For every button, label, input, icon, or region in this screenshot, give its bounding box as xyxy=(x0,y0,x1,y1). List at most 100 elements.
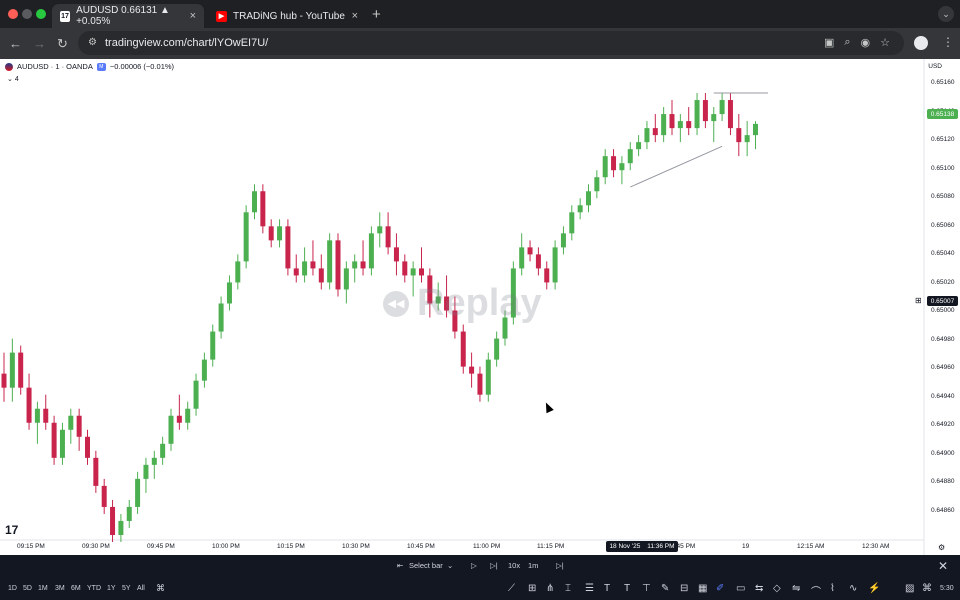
zoom-icon[interactable]: ⌕ xyxy=(844,36,850,49)
text-tool-icon[interactable]: T xyxy=(604,583,610,594)
site-info-icon[interactable]: ⚙ xyxy=(88,37,97,48)
candle-down xyxy=(702,100,708,122)
replay-speed[interactable]: 10x xyxy=(508,561,520,570)
reload-button[interactable]: ↻ xyxy=(57,36,68,52)
candle-down xyxy=(611,156,617,171)
jump-to-realtime-button[interactable]: ▷| xyxy=(556,561,564,570)
time-tick: 11:00 PM xyxy=(473,543,501,550)
candle-up xyxy=(201,359,207,381)
crosshair-date: 18 Nov '25 xyxy=(609,543,641,550)
play-button[interactable]: ▷ xyxy=(471,561,477,570)
candle-up xyxy=(661,114,667,136)
candle-down xyxy=(727,100,733,129)
clock-time: 5:30 xyxy=(940,585,954,592)
select-bar-icon[interactable]: ⇤ xyxy=(397,561,403,570)
select-bar-dropdown-icon[interactable]: ⌄ xyxy=(447,561,453,570)
image-tool-icon[interactable]: ▨ xyxy=(905,583,914,594)
candle-up xyxy=(34,408,40,423)
goto-date-icon[interactable]: ⌘ xyxy=(156,583,165,594)
candle-up xyxy=(410,268,416,276)
horizontal-lines-icon[interactable]: ☰ xyxy=(585,583,594,594)
tab-audusd[interactable]: 17 AUDUSD 0.66131 ▲ +0.05% × xyxy=(52,4,204,28)
close-tab-icon[interactable]: × xyxy=(352,10,358,22)
candle-down xyxy=(527,247,533,255)
candle-up xyxy=(494,338,500,360)
brush-tool-icon[interactable]: ✐ xyxy=(716,583,724,594)
candle-down xyxy=(310,261,316,269)
close-tab-icon[interactable]: × xyxy=(190,10,196,22)
tab-youtube[interactable]: ▶ TRADiNG hub - YouTube × xyxy=(208,4,366,28)
candle-down xyxy=(686,121,692,129)
candle-up xyxy=(9,352,15,388)
close-window-button[interactable] xyxy=(8,9,18,19)
candle-up xyxy=(586,191,591,206)
time-tick: 10:30 PM xyxy=(342,543,370,550)
time-tick: 19 xyxy=(742,543,750,550)
measure-tool-icon[interactable]: ⌘ xyxy=(922,583,932,594)
interval-5d[interactable]: 5D xyxy=(23,585,32,592)
interval-1d[interactable]: 1D xyxy=(8,585,17,592)
pitchfork-tool-icon[interactable]: ⋔ xyxy=(546,583,554,594)
bookmark-star-icon[interactable]: ☆ xyxy=(880,36,890,49)
price-tick: 0.64860 xyxy=(931,506,955,514)
install-app-icon[interactable]: ▣ xyxy=(824,36,834,49)
chart-settings-icon[interactable]: ⚙ xyxy=(938,543,945,552)
address-bar[interactable]: ⚙ tradingview.com/chart/lYOwEI7U/ ▣ ⌕ ◉ … xyxy=(78,31,904,55)
pin-tool-icon[interactable]: ⊤ xyxy=(642,583,651,594)
curve-tool-icon[interactable]: ⌒ xyxy=(811,583,821,598)
text-box-tool-icon[interactable]: T xyxy=(624,583,630,594)
magic-wand-icon[interactable]: ⚡ xyxy=(868,583,880,594)
add-alert-icon[interactable]: ⊞ xyxy=(915,296,922,305)
tradingview-logo[interactable]: 17 xyxy=(5,523,18,537)
interval-3m[interactable]: 3M xyxy=(55,585,65,592)
forward-step-button[interactable]: ▷| xyxy=(490,561,498,570)
back-button[interactable]: ← xyxy=(9,36,22,51)
interval-1y[interactable]: 1Y xyxy=(107,585,116,592)
text-cursor-tool-icon[interactable]: ⌶ xyxy=(565,583,571,594)
time-tick: 12:15 AM xyxy=(797,543,825,550)
candle-up xyxy=(677,121,683,129)
candle-down xyxy=(18,352,24,388)
path-tool-icon[interactable]: ⇆ xyxy=(755,583,763,594)
candle-down xyxy=(535,254,541,269)
candle-up xyxy=(151,457,157,465)
minimize-window-button[interactable] xyxy=(22,9,32,19)
trend-line-tool-icon[interactable]: ⟋ xyxy=(508,583,515,594)
price-tick: 0.64960 xyxy=(931,364,955,371)
comment-tool-icon[interactable]: ▭ xyxy=(736,583,745,594)
interval-6m[interactable]: 6M xyxy=(71,585,81,592)
candle-down xyxy=(101,485,107,507)
candle-up xyxy=(243,212,249,262)
crosshair-tool-icon[interactable]: ⊞ xyxy=(528,583,536,594)
replay-icon: ◀◀ xyxy=(383,290,409,317)
grid-tool-icon[interactable]: ▦ xyxy=(698,583,707,594)
eye-icon[interactable]: ◉ xyxy=(861,36,871,49)
profile-avatar[interactable] xyxy=(914,36,928,50)
new-tab-button[interactable]: + xyxy=(372,6,381,23)
diamond-tool-icon[interactable]: ◇ xyxy=(773,583,781,594)
crosshair-price-label: 0.65007 xyxy=(927,296,958,306)
arrow-tool-icon[interactable]: ⇋ xyxy=(792,583,800,594)
browser-menu-icon[interactable]: ⋮ xyxy=(942,35,954,49)
current-price-label: 0.65138 xyxy=(927,109,958,119)
pen-tool-icon[interactable]: ✎ xyxy=(661,583,669,594)
replay-interval[interactable]: 1m xyxy=(528,561,538,570)
interval-all[interactable]: All xyxy=(137,585,145,592)
ruler-tool-icon[interactable]: ⊟ xyxy=(680,583,688,594)
chart-pane[interactable]: AUDUSD · 1 · OANDA M −0.00006 (−0.01%) ⌄… xyxy=(0,59,960,555)
select-bar-button[interactable]: Select bar xyxy=(409,561,443,570)
candle-up xyxy=(302,261,308,276)
maximize-window-button[interactable] xyxy=(36,9,46,19)
trend-line-drawing[interactable] xyxy=(630,145,723,188)
wave-tool-icon[interactable]: ∿ xyxy=(849,583,857,594)
interval-ytd[interactable]: YTD xyxy=(87,585,101,592)
close-replay-icon[interactable]: ✕ xyxy=(938,559,948,573)
tab-search-button[interactable]: ⌄ xyxy=(938,6,954,22)
candle-up xyxy=(210,331,216,360)
interval-1m[interactable]: 1M xyxy=(38,585,48,592)
price-tick: 0.64880 xyxy=(931,478,955,485)
forward-button[interactable]: → xyxy=(33,36,46,51)
interval-5y[interactable]: 5Y xyxy=(122,585,131,592)
zigzag-tool-icon[interactable]: ⌇ xyxy=(830,583,835,594)
price-tick: 0.65000 xyxy=(931,307,955,314)
